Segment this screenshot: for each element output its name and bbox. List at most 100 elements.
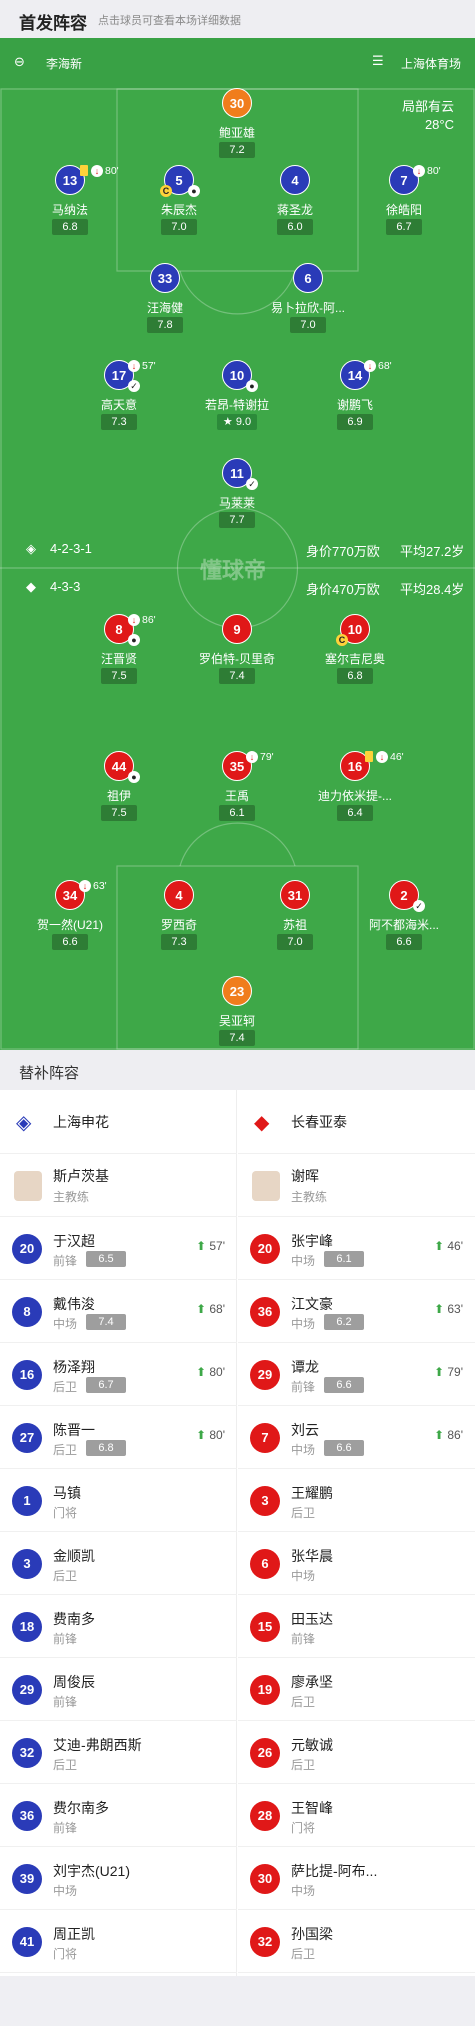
- away-player[interactable]: 31 苏祖 7.0: [240, 880, 350, 960]
- player-rating: 7.5: [101, 668, 137, 684]
- player-name: 苏祖: [282, 918, 307, 932]
- away-player[interactable]: 35 ↓ 79' 王禹 6.1: [182, 751, 292, 831]
- away-player[interactable]: 2 ✓ 阿不都海米... 6.6: [349, 880, 459, 960]
- sub-off-icon: ↓: [246, 751, 258, 763]
- away-player[interactable]: 34 ↓ 63' 贺一然(U21) 6.6: [15, 880, 125, 960]
- sub-player-row[interactable]: 20 张宇峰 中场 6.1 ⬆ 46': [238, 1217, 475, 1280]
- sub-player-row[interactable]: 3 金顺凯 后卫: [0, 1532, 237, 1595]
- home-player[interactable]: 5 C ● 朱辰杰 7.0: [124, 165, 234, 245]
- away-value: 身价470万欧: [306, 582, 380, 597]
- shirt-number: 26: [250, 1738, 280, 1768]
- player-name: 塞尔吉尼奥: [324, 652, 385, 666]
- weather-temp: 28°C: [424, 117, 454, 132]
- sub-player-row[interactable]: 19 廖承坚 后卫: [238, 1658, 475, 1721]
- away-player[interactable]: 8 ↓ 86' ● 汪晋贤 7.5: [64, 614, 174, 694]
- sub-player-row[interactable]: 27 陈晋一 后卫 6.8 ⬆ 80': [0, 1406, 237, 1469]
- home-age: 平均27.2岁: [400, 544, 465, 559]
- shirt-number: 30: [222, 88, 252, 118]
- sub-player-row[interactable]: 36 江文豪 中场 6.2 ⬆ 63': [238, 1280, 475, 1343]
- sub-player-row[interactable]: 28 王智峰 门将: [238, 1784, 475, 1847]
- sub-player-row[interactable]: 18 费南多 前锋: [0, 1595, 237, 1658]
- home-player[interactable]: 10 ● 若昂-特谢拉 ★ 9.0: [182, 360, 292, 440]
- player-name: 江文豪: [291, 1296, 333, 1312]
- away-team-row[interactable]: ◆ 长春亚泰: [238, 1090, 475, 1154]
- shirt-number: 27: [12, 1423, 42, 1453]
- home-player[interactable]: 17 ↓ 57' ✓ 高天意 7.3: [64, 360, 174, 440]
- player-position: 后卫: [53, 1569, 78, 1583]
- away-coach-row[interactable]: 谢晖 主教练: [238, 1154, 475, 1217]
- sub-on-minute: ⬆ 80': [196, 1428, 225, 1442]
- player-name: 鲍亚雄: [218, 126, 255, 140]
- away-player[interactable]: 23 吴亚轲 7.4: [182, 976, 292, 1050]
- sub-player-row[interactable]: 7 刘云 中场 6.6 ⬆ 86': [238, 1406, 475, 1469]
- sub-player-row[interactable]: 36 费尔南多 前锋: [0, 1784, 237, 1847]
- assist-icon: ✓: [128, 380, 140, 392]
- yatai-crest-icon: ◆: [254, 1112, 270, 1134]
- player-name: 艾迪-弗朗西斯: [53, 1737, 142, 1753]
- sub-player-row[interactable]: 6 张华晨 中场: [238, 1532, 475, 1595]
- player-position: 后卫: [53, 1443, 78, 1457]
- sub-on-icon: ⬆: [433, 1428, 445, 1442]
- sub-player-row[interactable]: 8 戴伟浚 中场 7.4 ⬆ 68': [0, 1280, 237, 1343]
- away-player[interactable]: 44 ● 祖伊 7.5: [64, 751, 174, 831]
- home-player[interactable]: 13 ↓ 80' 马纳法 6.8: [15, 165, 125, 245]
- away-player[interactable]: 10 C 塞尔吉尼奥 6.8: [300, 614, 410, 694]
- page-subtitle: 点击球员可查看本场详细数据: [98, 15, 241, 27]
- sub-player-row[interactable]: 26 元敏诚 后卫: [238, 1721, 475, 1784]
- home-player[interactable]: 6 易卜拉欣-阿... 7.0: [253, 263, 363, 343]
- sub-player-row[interactable]: 20 于汉超 前锋 6.5 ⬆ 57': [0, 1217, 237, 1280]
- player-position: 前锋: [53, 1254, 78, 1268]
- away-player[interactable]: 9 罗伯特-贝里奇 7.4: [182, 614, 292, 694]
- player-rating: 6.8: [337, 668, 373, 684]
- player-rating: 6.6: [324, 1440, 364, 1456]
- home-player[interactable]: 33 汪海健 7.8: [110, 263, 220, 343]
- shirt-number: 16: [12, 1360, 42, 1390]
- player-name: 罗西奇: [160, 918, 197, 932]
- sub-on-minute: ⬆ 68': [196, 1302, 225, 1316]
- sub-player-row[interactable]: 41 周正凯 门将: [0, 1910, 237, 1973]
- away-player[interactable]: 4 罗西奇 7.3: [124, 880, 234, 960]
- home-player[interactable]: 11 ✓ 马莱莱 7.7: [182, 458, 292, 538]
- away-age: 平均28.4岁: [400, 582, 465, 597]
- sub-player-row[interactable]: 15 田玉达 前锋: [238, 1595, 475, 1658]
- home-player[interactable]: 14 ↓ 68' 谢鹏飞 6.9: [300, 360, 410, 440]
- shirt-number: 3: [250, 1486, 280, 1516]
- home-coach-row[interactable]: 斯卢茨基 主教练: [0, 1154, 237, 1217]
- sub-player-row[interactable]: 1 马镇 门将: [0, 1469, 237, 1532]
- sub-on-icon: ⬆: [195, 1428, 207, 1442]
- player-position: 中场: [291, 1317, 316, 1331]
- sub-player-row[interactable]: 39 刘宇杰(U21) 中场: [0, 1847, 237, 1910]
- sub-player-row[interactable]: 29 谭龙 前锋 6.6 ⬆ 79': [238, 1343, 475, 1406]
- home-team-row[interactable]: ◈ 上海申花: [0, 1090, 237, 1154]
- shirt-number: 33: [150, 263, 180, 293]
- venue-name: 上海体育场: [400, 57, 461, 71]
- sub-player-row[interactable]: 30 萨比提-阿布... 中场: [238, 1847, 475, 1910]
- player-rating: 7.4: [86, 1314, 126, 1330]
- sub-player-row[interactable]: 29 周俊辰 前锋: [0, 1658, 237, 1721]
- referee-name: 李海新: [46, 57, 83, 71]
- shirt-number: 28: [250, 1801, 280, 1831]
- match-info-bar: ⊖ 李海新 ☰ 上海体育场: [0, 38, 475, 88]
- player-name: 汪晋贤: [100, 652, 137, 666]
- coach-avatar: [14, 1171, 42, 1201]
- shirt-number: 29: [250, 1360, 280, 1390]
- player-position: 门将: [53, 1947, 78, 1961]
- player-rating: 6.9: [337, 414, 373, 430]
- home-value: 身价770万欧: [306, 544, 380, 559]
- player-name: 费尔南多: [53, 1800, 109, 1816]
- player-rating: 6.8: [86, 1440, 126, 1456]
- player-position: 前锋: [291, 1632, 316, 1646]
- sub-player-row[interactable]: 32 孙国梁 后卫: [238, 1910, 475, 1973]
- home-player[interactable]: 7 ↓ 80' 徐皓阳 6.7: [349, 165, 459, 245]
- sub-player-row[interactable]: 3 王耀鹏 后卫: [238, 1469, 475, 1532]
- sub-minute: 57': [209, 1239, 225, 1253]
- sub-player-row[interactable]: 16 杨泽翔 后卫 6.7 ⬆ 80': [0, 1343, 237, 1406]
- player-position: 门将: [291, 1821, 316, 1835]
- coach-role: 主教练: [53, 1190, 90, 1204]
- home-player[interactable]: 30 鲍亚雄 7.2: [182, 88, 292, 168]
- away-player[interactable]: 16 ↓ 46' 迪力依米提-... 6.4: [300, 751, 410, 831]
- sub-on-minute: ⬆ 46': [434, 1239, 463, 1253]
- home-player[interactable]: 4 蒋圣龙 6.0: [240, 165, 350, 245]
- sub-player-row[interactable]: 32 艾迪-弗朗西斯 后卫: [0, 1721, 237, 1784]
- shirt-number: 36: [250, 1297, 280, 1327]
